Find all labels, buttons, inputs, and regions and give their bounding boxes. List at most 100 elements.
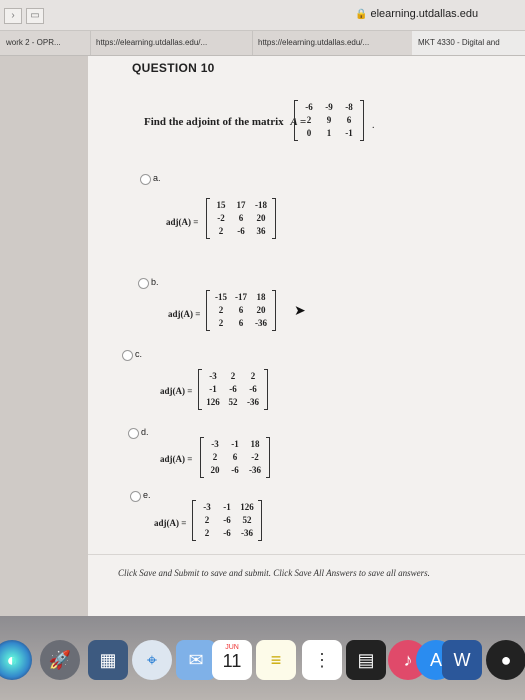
matrix-cell: 2 [218,318,224,328]
option-a-radio[interactable] [140,174,151,185]
forward-button[interactable]: › [4,8,22,24]
matrix-cell: -36 [241,528,253,538]
option-c-radio[interactable] [122,350,133,361]
photo-app-icon[interactable]: ▦ [88,640,128,680]
word-icon[interactable]: W [442,640,482,680]
matrix-cell: 15 [216,200,226,210]
matrix-cell: -8 [345,102,353,112]
matrix-cell: -2 [217,213,225,223]
url-text: elearning.utdallas.edu [370,8,479,20]
matrix-cell: 6 [238,318,244,328]
launchpad-icon[interactable]: 🚀 [40,640,80,680]
option-a-letter: a. [153,173,161,183]
submit-instructions: Click Save and Submit to save and submit… [118,568,430,578]
matrix-cell: 9 [326,115,332,125]
option-b-label: adj(A) = [168,309,201,319]
matrix-cell: -15 [215,292,227,302]
matrix-cell: 126 [206,397,220,407]
calendar-icon[interactable]: JUN 11 [212,640,252,680]
option-c-letter: c. [135,349,143,359]
matrix-cell: -6 [223,528,231,538]
address-bar[interactable]: 🔒 elearning.utdallas.edu [355,8,478,20]
matrix-cell: 6 [232,452,238,462]
dock: ◐ 🚀 ▦ ⌖ ✉ JUN 11 ≡ ⋮ ▤ ♪ A W ● [0,616,525,700]
matrix-cell: 20 [210,465,220,475]
mail-icon[interactable]: ✉ [176,640,216,680]
option-b-matrix: -15 -17 18 2 6 20 2 6 -36 [206,290,276,331]
matrix-cell: 2 [204,528,210,538]
option-b-letter: b. [151,277,159,287]
mouse-pointer-icon: ➤ [294,302,306,318]
option-d-radio[interactable] [128,428,139,439]
matrix-cell: 6 [346,115,352,125]
prompt-text: Find the adjoint of the matrix [144,116,284,128]
matrix-cell: -6 [223,515,231,525]
question-page: QUESTION 10 Find the adjoint of the matr… [88,56,525,616]
matrix-cell: -6 [305,102,313,112]
matrix-cell: -6 [231,465,239,475]
option-d-label: adj(A) = [160,454,193,464]
matrix-cell: -18 [255,200,267,210]
browser-toolbar: › ▭ 🔒 elearning.utdallas.edu [0,0,525,31]
tab-3[interactable]: https://elearning.utdallas.edu/... [252,31,415,55]
option-c-matrix: -3 2 2 -1 -6 -6 126 52 -36 [198,369,268,410]
safari-icon[interactable]: ⌖ [132,640,172,680]
matrix-cell: -36 [249,465,261,475]
question-matrix: -6 -9 -8 2 9 6 0 1 -1 [294,100,364,141]
matrix-cell: -2 [251,452,259,462]
matrix-cell: 52 [242,515,252,525]
matrix-cell: 2 [218,226,224,236]
tab-4[interactable]: MKT 4330 - Digital and [412,31,525,55]
matrix-cell: -1 [231,439,239,449]
matrix-cell: 20 [256,213,266,223]
matrix-cell: -6 [229,384,237,394]
matrix-cell: 1 [326,128,332,138]
reminders-icon[interactable]: ⋮ [302,640,342,680]
matrix-cell: 6 [238,305,244,315]
notes-icon[interactable]: ≡ [256,640,296,680]
matrix-cell: 2 [218,305,224,315]
matrix-cell: 2 [230,371,236,381]
matrix-cell: -1 [345,128,353,138]
option-e-radio[interactable] [130,491,141,502]
qq-icon[interactable]: ● [486,640,525,680]
lock-icon: 🔒 [355,9,368,20]
tab-bar: work 2 - OPR... https://elearning.utdall… [0,31,525,56]
matrix-cell: -6 [237,226,245,236]
option-d-matrix: -3 -1 18 2 6 -2 20 -6 -36 [200,437,270,478]
matrix-cell: -3 [203,502,211,512]
matrix-cell: 126 [240,502,254,512]
matrix-cell: 0 [306,128,312,138]
matrix-cell: -3 [211,439,219,449]
matrix-cell: -17 [235,292,247,302]
divider [88,554,525,555]
option-e-label: adj(A) = [154,518,187,528]
matrix-cell: 52 [228,397,238,407]
photos-icon[interactable]: ▤ [346,640,386,680]
matrix-cell: 2 [306,115,312,125]
matrix-cell: -1 [223,502,231,512]
matrix-cell: 17 [236,200,246,210]
calendar-day: 11 [222,651,242,671]
sidebar-toggle-icon[interactable]: ▭ [26,8,44,24]
matrix-cell: -36 [247,397,259,407]
option-e-letter: e. [143,490,151,500]
matrix-cell: -36 [255,318,267,328]
option-b-radio[interactable] [138,278,149,289]
matrix-cell: 18 [256,292,266,302]
matrix-cell: -9 [325,102,333,112]
option-a-label: adj(A) = [166,217,199,227]
matrix-cell: 2 [204,515,210,525]
matrix-cell: 18 [250,439,260,449]
siri-icon[interactable]: ◐ [0,640,32,680]
option-a-matrix: 15 17 -18 -2 6 20 2 -6 36 [206,198,276,239]
matrix-cell: 2 [212,452,218,462]
tab-1[interactable]: work 2 - OPR... [0,31,91,55]
prompt-period: . [372,120,375,131]
option-c-label: adj(A) = [160,386,193,396]
matrix-cell: -3 [209,371,217,381]
tab-2[interactable]: https://elearning.utdallas.edu/... [90,31,253,55]
option-e-matrix: -3 -1 126 2 -6 52 2 -6 -36 [192,500,262,541]
option-d-letter: d. [141,427,149,437]
calendar-month: JUN [225,644,239,651]
